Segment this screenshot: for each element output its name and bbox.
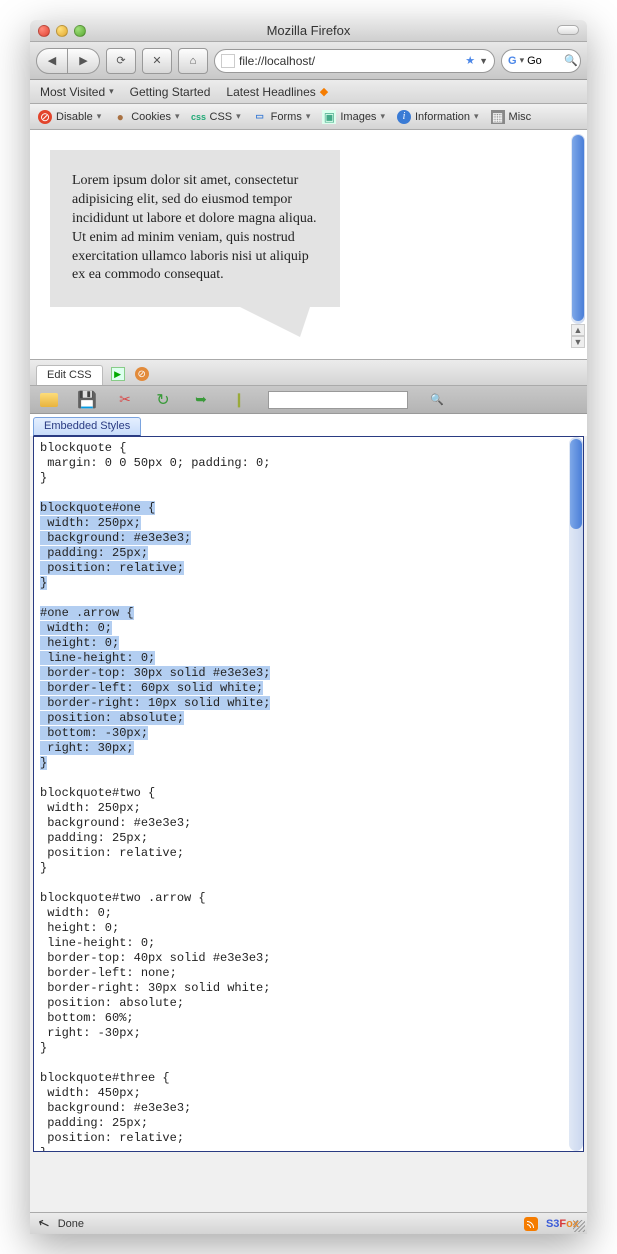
url-input[interactable] [239,54,461,68]
bookmark-latest-headlines[interactable]: Latest Headlines ◆ [226,85,328,99]
wd-disable-menu[interactable]: ⊘ Disable ▾ [32,110,107,124]
wd-images-menu[interactable]: ▣ Images ▾ [316,110,391,124]
browser-window: Mozilla Firefox ◀ ▶ ⟳ ✕ ⌂ ★ ▼ G ▾ 🔍 Most… [30,20,587,1234]
page-content: Lorem ipsum dolor sit amet, consectetur … [30,130,587,360]
menu-label: CSS [210,111,233,123]
toolbar-pill-button[interactable] [557,25,579,35]
folder-icon [40,393,58,407]
scroll-down-icon[interactable]: ▼ [571,336,585,348]
forward-button[interactable]: ▶ [68,48,100,74]
resize-grip[interactable] [573,1220,585,1232]
embedded-styles-tab[interactable]: Embedded Styles [33,417,141,436]
play-icon[interactable]: ▶ [111,367,125,381]
navigation-toolbar: ◀ ▶ ⟳ ✕ ⌂ ★ ▼ G ▾ 🔍 [30,42,587,80]
menu-label: Forms [271,111,302,123]
dropdown-icon: ▾ [474,111,479,122]
css-icon: css [192,110,206,124]
bookmark-star-icon[interactable]: ★ [465,54,475,67]
editor-search-button[interactable]: 🔍 [428,391,446,409]
menu-label: Cookies [131,111,171,123]
editor-toolbar: 💾 ✂ ↻ ➥ ❙ 🔍 [30,386,587,414]
clear-icon[interactable]: ⊘ [135,367,149,381]
url-dropdown-icon[interactable]: ▼ [479,56,488,66]
css-source-tabs: Embedded Styles [30,414,587,436]
reload-button[interactable]: ⟳ [106,48,136,74]
speech-blockquote: Lorem ipsum dolor sit amet, consectetur … [50,150,340,307]
cut-button[interactable]: ✂ [116,391,134,409]
bookmark-label: Most Visited [40,85,105,99]
misc-icon: ▦ [491,110,505,124]
dropdown-icon: ▾ [109,86,114,97]
bookmark-getting-started[interactable]: Getting Started [130,85,211,99]
feed-icon[interactable] [524,1217,538,1231]
window-title: Mozilla Firefox [30,23,587,38]
page-favicon [221,54,235,68]
search-provider-dropdown-icon[interactable]: ▾ [520,55,525,66]
status-bar: ↖ Done S3Fox [30,1212,587,1234]
info-icon: i [397,110,411,124]
search-bar[interactable]: G ▾ 🔍 [501,49,581,73]
marker-button[interactable]: ❙ [230,391,248,409]
code-content[interactable]: blockquote { margin: 0 0 50px 0; padding… [34,437,583,1152]
dropdown-icon: ▾ [175,111,180,122]
editor-scrollbar[interactable] [569,437,583,1151]
titlebar[interactable]: Mozilla Firefox [30,20,587,42]
image-icon: ▣ [322,110,336,124]
bookmark-label: Getting Started [130,85,211,99]
editcss-tabbar: Edit CSS ▶ ⊘ [30,360,587,386]
search-provider-icon[interactable]: G [508,55,517,67]
wd-information-menu[interactable]: i Information ▾ [391,110,485,124]
bookmark-label: Latest Headlines [226,85,315,99]
webdeveloper-toolbar: ⊘ Disable ▾ ● Cookies ▾ css CSS ▾ ▭ Form… [30,104,587,130]
content-scrollbar[interactable]: ▲ ▼ [571,134,585,348]
dropdown-icon: ▾ [306,111,311,122]
bookmark-most-visited[interactable]: Most Visited ▾ [40,85,114,99]
stop-button[interactable]: ✕ [142,48,172,74]
form-icon: ▭ [253,110,267,124]
open-file-button[interactable] [40,391,58,409]
stop-icon: ⊘ [38,110,52,124]
speech-arrow [240,307,310,337]
menu-label: Misc [509,111,532,123]
wd-misc-menu[interactable]: ▦ Misc [485,110,538,124]
wd-forms-menu[interactable]: ▭ Forms ▾ [247,110,317,124]
scroll-up-icon[interactable]: ▲ [571,324,585,336]
bookmarks-toolbar: Most Visited ▾ Getting Started Latest He… [30,80,587,104]
blockquote-text: Lorem ipsum dolor sit amet, consectetur … [72,173,317,282]
dropdown-icon: ▾ [380,111,385,122]
dropdown-icon: ▾ [236,111,241,122]
redo-button[interactable]: ↻ [154,391,172,409]
home-button[interactable]: ⌂ [178,48,208,74]
wd-css-menu[interactable]: css CSS ▾ [186,110,247,124]
wd-cookies-menu[interactable]: ● Cookies ▾ [107,110,185,124]
css-editor[interactable]: blockquote { margin: 0 0 50px 0; padding… [33,436,584,1152]
dropdown-icon: ▾ [97,111,102,122]
search-input[interactable] [527,55,561,67]
status-text: Done [58,1218,84,1230]
save-button[interactable]: 💾 [78,391,96,409]
menu-label: Images [340,111,376,123]
menu-label: Disable [56,111,93,123]
cookie-icon: ● [113,110,127,124]
cursor-icon: ↖ [35,1214,52,1234]
paste-button[interactable]: ➥ [192,391,210,409]
rss-icon: ◆ [320,85,328,98]
url-bar[interactable]: ★ ▼ [214,49,495,73]
editor-search-input[interactable] [268,391,408,409]
menu-label: Information [415,111,470,123]
search-magnifier-icon[interactable]: 🔍 [564,54,578,67]
edit-css-tab[interactable]: Edit CSS [36,365,103,385]
back-button[interactable]: ◀ [36,48,68,74]
